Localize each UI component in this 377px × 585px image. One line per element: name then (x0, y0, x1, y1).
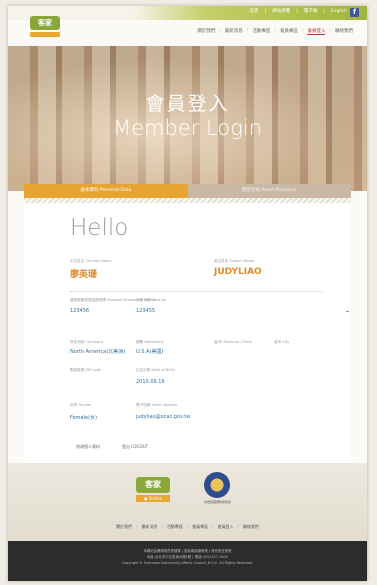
ocac-emblem[interactable]: 中華民國僑務委員會 (204, 472, 234, 504)
field-label: 中文姓名 Chinese Name (70, 259, 112, 263)
footer-nav-members[interactable]: 會員專區 (192, 524, 208, 530)
field-value: 2010.09.16 (136, 379, 165, 385)
utility-link-home[interactable]: 首頁 (250, 8, 259, 14)
field-value: North America(北美洲) (70, 349, 126, 355)
field-label: 郵遞區號 ZIP code (70, 368, 102, 372)
copyright-band: 本網站由僑務委員會建置 | 隱私權保護政策 | 資訊安全政策 地址:台北市中正區… (8, 541, 367, 581)
field-continent: 所在洲別 Continent North America(北美洲) (70, 340, 125, 355)
field-value: 廖英珊 (70, 270, 98, 280)
section-divider (70, 291, 322, 292)
field-email: 電子信箱 Email Address judyliao@ocac.gov.tw (136, 403, 190, 420)
logout-link[interactable]: 登出 LOGOUT (122, 444, 148, 450)
field-card-number: 會員卡號 Card No 123455 (136, 298, 166, 314)
field-label: 國籍 Nationality (136, 340, 164, 344)
footer-nav-events[interactable]: 活動專區 (167, 524, 183, 530)
hero-title-english: Member Login (113, 116, 262, 140)
scroll-indicator (346, 311, 349, 312)
copyright-line: Copyright © Overseas Community Affairs C… (121, 561, 254, 565)
nav-item-members[interactable]: 會員專區 (280, 28, 298, 35)
field-label: 會員卡號 Card No (136, 298, 166, 302)
emblem-seal-icon (204, 472, 230, 498)
utility-link-english[interactable]: English (331, 9, 347, 14)
tab-reset-password[interactable]: 變更密碼 Reset Password (187, 184, 351, 198)
footer-logo-sub: ● Online (136, 495, 170, 502)
field-label: 性別 Gender (70, 403, 92, 407)
hero-banner: 會員登入 Member Login (8, 46, 367, 191)
field-label: 所在洲別 Continent (70, 340, 104, 344)
utility-link-sitemap[interactable]: 網站導覽 (272, 8, 290, 14)
main-navigation: 關於我們 / 最新消息 / 活動專區 / 會員專區 / 會員登入 / 聯絡我們 (197, 28, 353, 35)
field-value: judyliao@ocac.gov.tw (136, 414, 191, 420)
footer-nav-about[interactable]: 關於我們 (116, 524, 132, 530)
page-frame: 首頁 | 網站導覽 | 電子報 | English f 客家 關於我們 / 最新… (8, 6, 367, 581)
logo-mark: 客家 (30, 16, 60, 30)
profile-actions: 修改個人資料 登出 LOGOUT (76, 444, 148, 450)
field-city: 城市 City (274, 340, 289, 348)
field-chinese-name: 中文姓名 Chinese Name 廖英珊 (70, 259, 112, 280)
utility-link-newsletter[interactable]: 電子報 (304, 8, 318, 14)
footer-nav-contact[interactable]: 聯絡我們 (243, 524, 259, 530)
footer-nav-login[interactable]: 會員登入 (218, 524, 234, 530)
field-value: JUDYLIAO (214, 267, 262, 277)
field-english-name: 英文姓名 English Name JUDYLIAO (214, 259, 262, 277)
field-label: 電子信箱 Email Address (136, 403, 177, 407)
footer-navigation: 關於我們 / 最新消息 / 活動專區 / 會員專區 / 會員登入 / 聯絡我們 (116, 524, 259, 530)
field-province: 省/州 Province / State (214, 340, 252, 348)
site-footer: 客家 ● Online 中華民國僑務委員會 關於我們 / 最新消息 / 活動專區… (8, 463, 367, 541)
footer-nav-news[interactable]: 最新消息 (141, 524, 157, 530)
greeting-heading: Hello (70, 215, 129, 241)
footer-logo-mark: 客家 (136, 477, 170, 493)
hero-title-chinese: 會員登入 (145, 93, 230, 115)
field-value: Female(女) (70, 415, 97, 421)
field-value: 123455 (136, 308, 156, 314)
site-logo[interactable]: 客家 (30, 16, 62, 44)
nav-item-login[interactable]: 會員登入 (307, 28, 326, 35)
nav-item-news[interactable]: 最新消息 (225, 28, 243, 35)
field-zip: 郵遞區號 ZIP code (70, 368, 101, 376)
nav-item-about[interactable]: 關於我們 (197, 28, 215, 35)
nav-item-events[interactable]: 活動專區 (252, 28, 270, 35)
logo-subbar (30, 32, 60, 37)
field-gender: 性別 Gender Female(女) (70, 403, 97, 421)
tab-personal-data[interactable]: 基本資料 Personal Data (24, 184, 188, 198)
field-label: 城市 City (274, 340, 290, 344)
field-label: 出生日期 Date of Birth (136, 368, 175, 372)
profile-card: Hello 中文姓名 Chinese Name 廖英珊 英文姓名 English… (24, 203, 351, 463)
field-nationality: 國籍 Nationality U.S.A(美國) (136, 340, 164, 355)
field-value: U.S.A(美國) (136, 349, 164, 355)
field-label: 省/州 Province / State (214, 340, 252, 344)
emblem-caption: 中華民國僑務委員會 (204, 500, 232, 504)
utility-links: 首頁 | 網站導覽 | 電子報 | English (249, 8, 347, 15)
field-label: 英文姓名 English Name (214, 259, 255, 263)
field-date-of-birth: 出生日期 Date of Birth 2010.09.16 (136, 368, 174, 385)
nav-item-contact[interactable]: 聯絡我們 (335, 28, 353, 35)
facebook-icon[interactable]: f (350, 8, 359, 17)
footer-logo[interactable]: 客家 ● Online (136, 477, 172, 507)
edit-profile-link[interactable]: 修改個人資料 (76, 444, 100, 450)
profile-tabs: 基本資料 Personal Data 變更密碼 Reset Password (24, 184, 351, 198)
